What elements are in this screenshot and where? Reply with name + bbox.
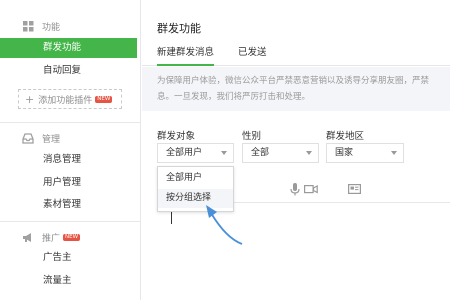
- notice-line-1: 为保障用户体验，微信公众平台严禁恶意营销以及诱导分享朋友圈，严禁: [157, 76, 430, 86]
- annotation-arrow-icon: [206, 205, 243, 245]
- grid-icon: [22, 20, 34, 32]
- sidebar-item-label: 用户管理: [43, 177, 82, 188]
- sidebar-divider: [0, 221, 141, 222]
- add-plugin-label: 添加功能插件: [38, 95, 93, 106]
- sidebar-item-publisher[interactable]: 流量主: [0, 271, 137, 291]
- card-icon[interactable]: [346, 182, 362, 196]
- sidebar: 功能 群发功能 自动回复 + 添加功能插件 NEW 管理 消息管理 用户管理 素…: [0, 0, 141, 300]
- sidebar-item-users[interactable]: 用户管理: [0, 173, 137, 193]
- tab-label: 已发送: [238, 47, 267, 58]
- video-camera-icon[interactable]: [303, 182, 319, 196]
- sidebar-item-label: 消息管理: [43, 154, 82, 165]
- gender-label: 性别: [242, 131, 262, 142]
- sidebar-group-label: 功能: [42, 22, 61, 33]
- policy-notice: 为保障用户体验，微信公众平台严禁恶意营销以及诱导分享朋友圈，严禁 息。一旦发现，…: [142, 67, 450, 111]
- region-label: 群发地区: [326, 131, 365, 142]
- chevron-down-icon: [391, 151, 397, 155]
- select-value: 国家: [335, 148, 354, 158]
- main-panel: 群发功能 新建群发消息 已发送 为保障用户体验，微信公众平台严禁恶意营销以及诱导…: [142, 0, 450, 300]
- toolbar-divider: [234, 202, 450, 203]
- select-value: 全部: [251, 148, 270, 158]
- chevron-down-icon: [306, 151, 312, 155]
- sidebar-item-label: 素材管理: [43, 199, 82, 210]
- sidebar-item-label: 群发功能: [43, 42, 82, 53]
- sidebar-group-function: 功能: [0, 17, 141, 35]
- sidebar-group-promo: 推广 NEW: [0, 228, 141, 246]
- region-select[interactable]: 国家: [326, 143, 404, 163]
- text-cursor: [171, 212, 172, 224]
- select-value: 全部用户: [166, 148, 203, 158]
- megaphone-icon: [22, 231, 34, 243]
- sidebar-group-manage: 管理: [0, 129, 141, 147]
- sidebar-group-label: 管理: [42, 134, 61, 145]
- sidebar-item-materials[interactable]: 素材管理: [0, 195, 137, 215]
- option-label: 全部用户: [166, 173, 203, 183]
- tab-sent[interactable]: 已发送: [238, 42, 267, 66]
- sidebar-divider: [0, 122, 141, 123]
- chevron-down-icon: [221, 151, 227, 155]
- sidebar-group-label: 推广: [42, 233, 61, 244]
- sidebar-item-auto-reply[interactable]: 自动回复: [0, 61, 137, 81]
- sidebar-item-mass-send[interactable]: 群发功能: [0, 38, 137, 58]
- notice-line-2: 息。一旦发现，我们将严厉打击和处理。: [157, 92, 311, 102]
- tab-new-mass-message[interactable]: 新建群发消息: [157, 42, 215, 66]
- microphone-icon[interactable]: [288, 182, 302, 196]
- tab-bar: 新建群发消息 已发送: [142, 42, 450, 66]
- sidebar-item-label: 自动回复: [43, 65, 82, 76]
- target-select[interactable]: 全部用户: [157, 143, 234, 163]
- gender-select[interactable]: 全部: [242, 143, 319, 163]
- page-title: 群发功能: [157, 22, 201, 35]
- sidebar-item-label: 广告主: [43, 252, 72, 263]
- new-badge: NEW: [95, 95, 113, 103]
- sidebar-item-label: 流量主: [43, 275, 72, 286]
- sidebar-item-advertiser[interactable]: 广告主: [0, 248, 137, 268]
- plus-icon: +: [25, 92, 35, 106]
- add-plugin-button[interactable]: + 添加功能插件 NEW: [18, 89, 122, 109]
- sidebar-item-messages[interactable]: 消息管理: [0, 150, 137, 170]
- tab-label: 新建群发消息: [157, 47, 215, 58]
- dropdown-option-all-users[interactable]: 全部用户: [158, 169, 233, 188]
- target-label: 群发对象: [157, 131, 196, 142]
- inbox-icon: [22, 132, 34, 144]
- new-badge: NEW: [63, 233, 81, 241]
